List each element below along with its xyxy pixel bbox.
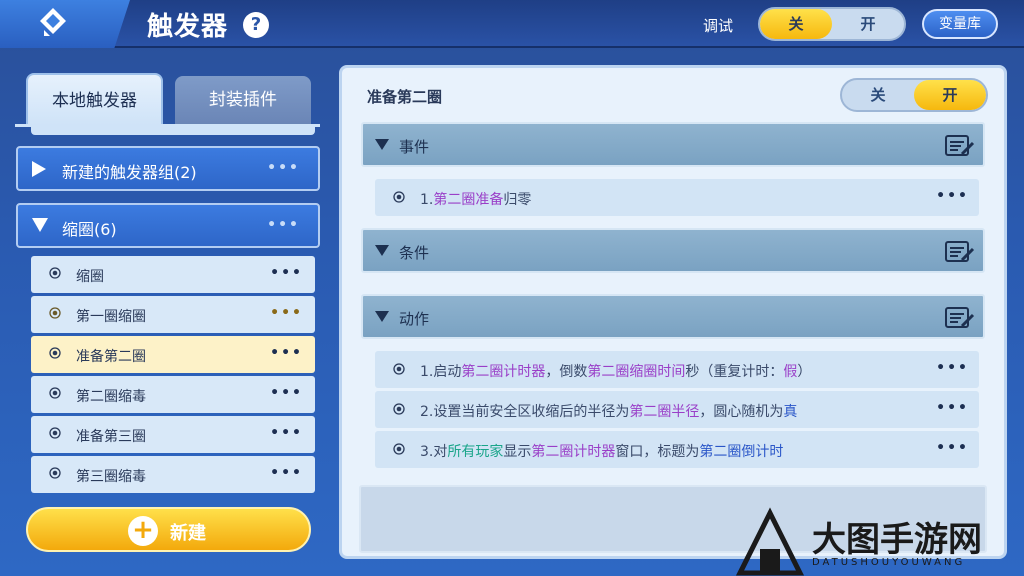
section-conditions[interactable]: 条件 bbox=[361, 228, 985, 273]
edit-list-icon[interactable] bbox=[945, 306, 975, 330]
more-icon[interactable]: ••• bbox=[267, 217, 300, 233]
radio-dot-icon bbox=[49, 427, 61, 439]
enable-off-option[interactable]: 关 bbox=[842, 80, 914, 110]
new-trigger-button[interactable]: + 新建 bbox=[26, 507, 311, 552]
debug-label: 调试 bbox=[703, 17, 734, 35]
radio-dot-icon bbox=[393, 363, 405, 375]
entry-text: 1.第二圈准备归零 bbox=[420, 192, 532, 208]
event-entry[interactable]: 1.第二圈准备归零 ••• bbox=[375, 179, 979, 216]
watermark-text: 大图手游网 bbox=[812, 520, 982, 560]
edit-list-icon[interactable] bbox=[945, 240, 975, 264]
list-item[interactable]: 缩圈 ••• bbox=[31, 256, 315, 293]
radio-dot-icon bbox=[49, 467, 61, 479]
debug-on-option[interactable]: 开 bbox=[832, 9, 904, 39]
list-item-label: 准备第二圈 bbox=[76, 349, 146, 365]
section-label: 条件 bbox=[399, 244, 430, 262]
list-item-label: 第一圈缩圈 bbox=[76, 309, 146, 325]
radio-dot-icon bbox=[393, 443, 405, 455]
triangle-right-icon bbox=[32, 161, 46, 177]
watermark-subtext: DATUSHOUYOUWANG bbox=[812, 557, 966, 568]
more-icon[interactable]: ••• bbox=[270, 305, 303, 321]
triangle-down-icon bbox=[32, 218, 48, 232]
variable-token[interactable]: 第二圈半径 bbox=[629, 404, 699, 420]
entry-text: 3.对所有玩家显示第二圈计时器窗口，标题为第二圈倒计时 bbox=[420, 444, 784, 460]
trigger-group-new[interactable]: 新建的触发器组(2) ••• bbox=[16, 146, 320, 191]
new-button-label: 新建 bbox=[170, 523, 206, 544]
entry-text: 1.启动第二圈计时器，倒数第二圈缩圈时间秒（重复计时：假） bbox=[420, 364, 812, 380]
radio-dot-icon bbox=[49, 267, 61, 279]
triangle-down-icon bbox=[375, 245, 389, 256]
list-item[interactable]: 准备第三圈 ••• bbox=[31, 416, 315, 453]
trigger-group-shrink[interactable]: 缩圈(6) ••• bbox=[16, 203, 320, 248]
more-icon[interactable]: ••• bbox=[936, 188, 969, 204]
list-item[interactable]: 第一圈缩圈 ••• bbox=[31, 296, 315, 333]
action-entry[interactable]: 1.启动第二圈计时器，倒数第二圈缩圈时间秒（重复计时：假） ••• bbox=[375, 351, 979, 388]
section-events[interactable]: 事件 bbox=[361, 122, 985, 167]
variable-token[interactable]: 第二圈倒计时 bbox=[699, 444, 783, 460]
value-token[interactable]: 假 bbox=[783, 364, 797, 380]
list-item[interactable]: 第二圈缩毒 ••• bbox=[31, 376, 315, 413]
variable-token[interactable]: 第二圈计时器 bbox=[461, 364, 545, 380]
more-icon[interactable]: ••• bbox=[270, 345, 303, 361]
editor-logo-icon bbox=[40, 8, 66, 36]
trigger-title: 准备第二圈 bbox=[367, 88, 443, 106]
more-icon[interactable]: ••• bbox=[936, 400, 969, 416]
more-icon[interactable]: ••• bbox=[270, 385, 303, 401]
radio-dot-icon bbox=[49, 307, 61, 319]
radio-dot-icon bbox=[393, 403, 405, 415]
radio-dot-icon bbox=[49, 347, 61, 359]
more-icon[interactable]: ••• bbox=[936, 360, 969, 376]
list-item-label: 第二圈缩毒 bbox=[76, 389, 146, 405]
list-item-label: 缩圈 bbox=[76, 269, 104, 285]
triangle-down-icon bbox=[375, 311, 389, 322]
list-item-partial bbox=[31, 127, 315, 135]
group-label: 缩圈(6) bbox=[62, 220, 117, 239]
list-item-selected[interactable]: 准备第二圈 ••• bbox=[31, 336, 315, 373]
tab-packaged-plugins[interactable]: 封装插件 bbox=[175, 76, 311, 125]
help-icon[interactable]: ? bbox=[243, 12, 269, 38]
action-entry[interactable]: 3.对所有玩家显示第二圈计时器窗口，标题为第二圈倒计时 ••• bbox=[375, 431, 979, 468]
list-item-label: 准备第三圈 bbox=[76, 429, 146, 445]
value-token[interactable]: 真 bbox=[783, 404, 797, 420]
plus-icon: + bbox=[128, 516, 158, 546]
triangle-down-icon bbox=[375, 139, 389, 150]
more-icon[interactable]: ••• bbox=[270, 265, 303, 281]
entry-text: 2.设置当前安全区收缩后的半径为第二圈半径，圆心随机为真 bbox=[420, 404, 798, 420]
action-entry[interactable]: 2.设置当前安全区收缩后的半径为第二圈半径，圆心随机为真 ••• bbox=[375, 391, 979, 428]
variable-token[interactable]: 第二圈计时器 bbox=[531, 444, 615, 460]
edit-list-icon[interactable] bbox=[945, 134, 975, 158]
debug-toggle[interactable]: 关 开 bbox=[758, 7, 906, 41]
more-icon[interactable]: ••• bbox=[270, 425, 303, 441]
tab-local-triggers[interactable]: 本地触发器 bbox=[26, 73, 163, 125]
section-actions[interactable]: 动作 bbox=[361, 294, 985, 339]
variable-token[interactable]: 第二圈准备 bbox=[433, 192, 503, 208]
list-item-label: 第三圈缩毒 bbox=[76, 469, 146, 485]
variable-library-button[interactable]: 变量库 bbox=[922, 9, 998, 39]
more-icon[interactable]: ••• bbox=[270, 465, 303, 481]
variable-token[interactable]: 所有玩家 bbox=[447, 444, 503, 460]
trigger-enable-toggle[interactable]: 关 开 bbox=[840, 78, 988, 112]
radio-dot-icon bbox=[49, 387, 61, 399]
section-label: 动作 bbox=[399, 310, 430, 328]
variable-token[interactable]: 第二圈缩圈时间 bbox=[587, 364, 685, 380]
radio-dot-icon bbox=[393, 191, 405, 203]
more-icon[interactable]: ••• bbox=[936, 440, 969, 456]
enable-on-option[interactable]: 开 bbox=[914, 80, 986, 110]
group-label: 新建的触发器组(2) bbox=[62, 163, 197, 182]
page-title: 触发器 bbox=[147, 12, 229, 42]
section-label: 事件 bbox=[399, 138, 430, 156]
debug-off-option[interactable]: 关 bbox=[760, 9, 832, 39]
more-icon[interactable]: ••• bbox=[267, 160, 300, 176]
list-item[interactable]: 第三圈缩毒 ••• bbox=[31, 456, 315, 493]
